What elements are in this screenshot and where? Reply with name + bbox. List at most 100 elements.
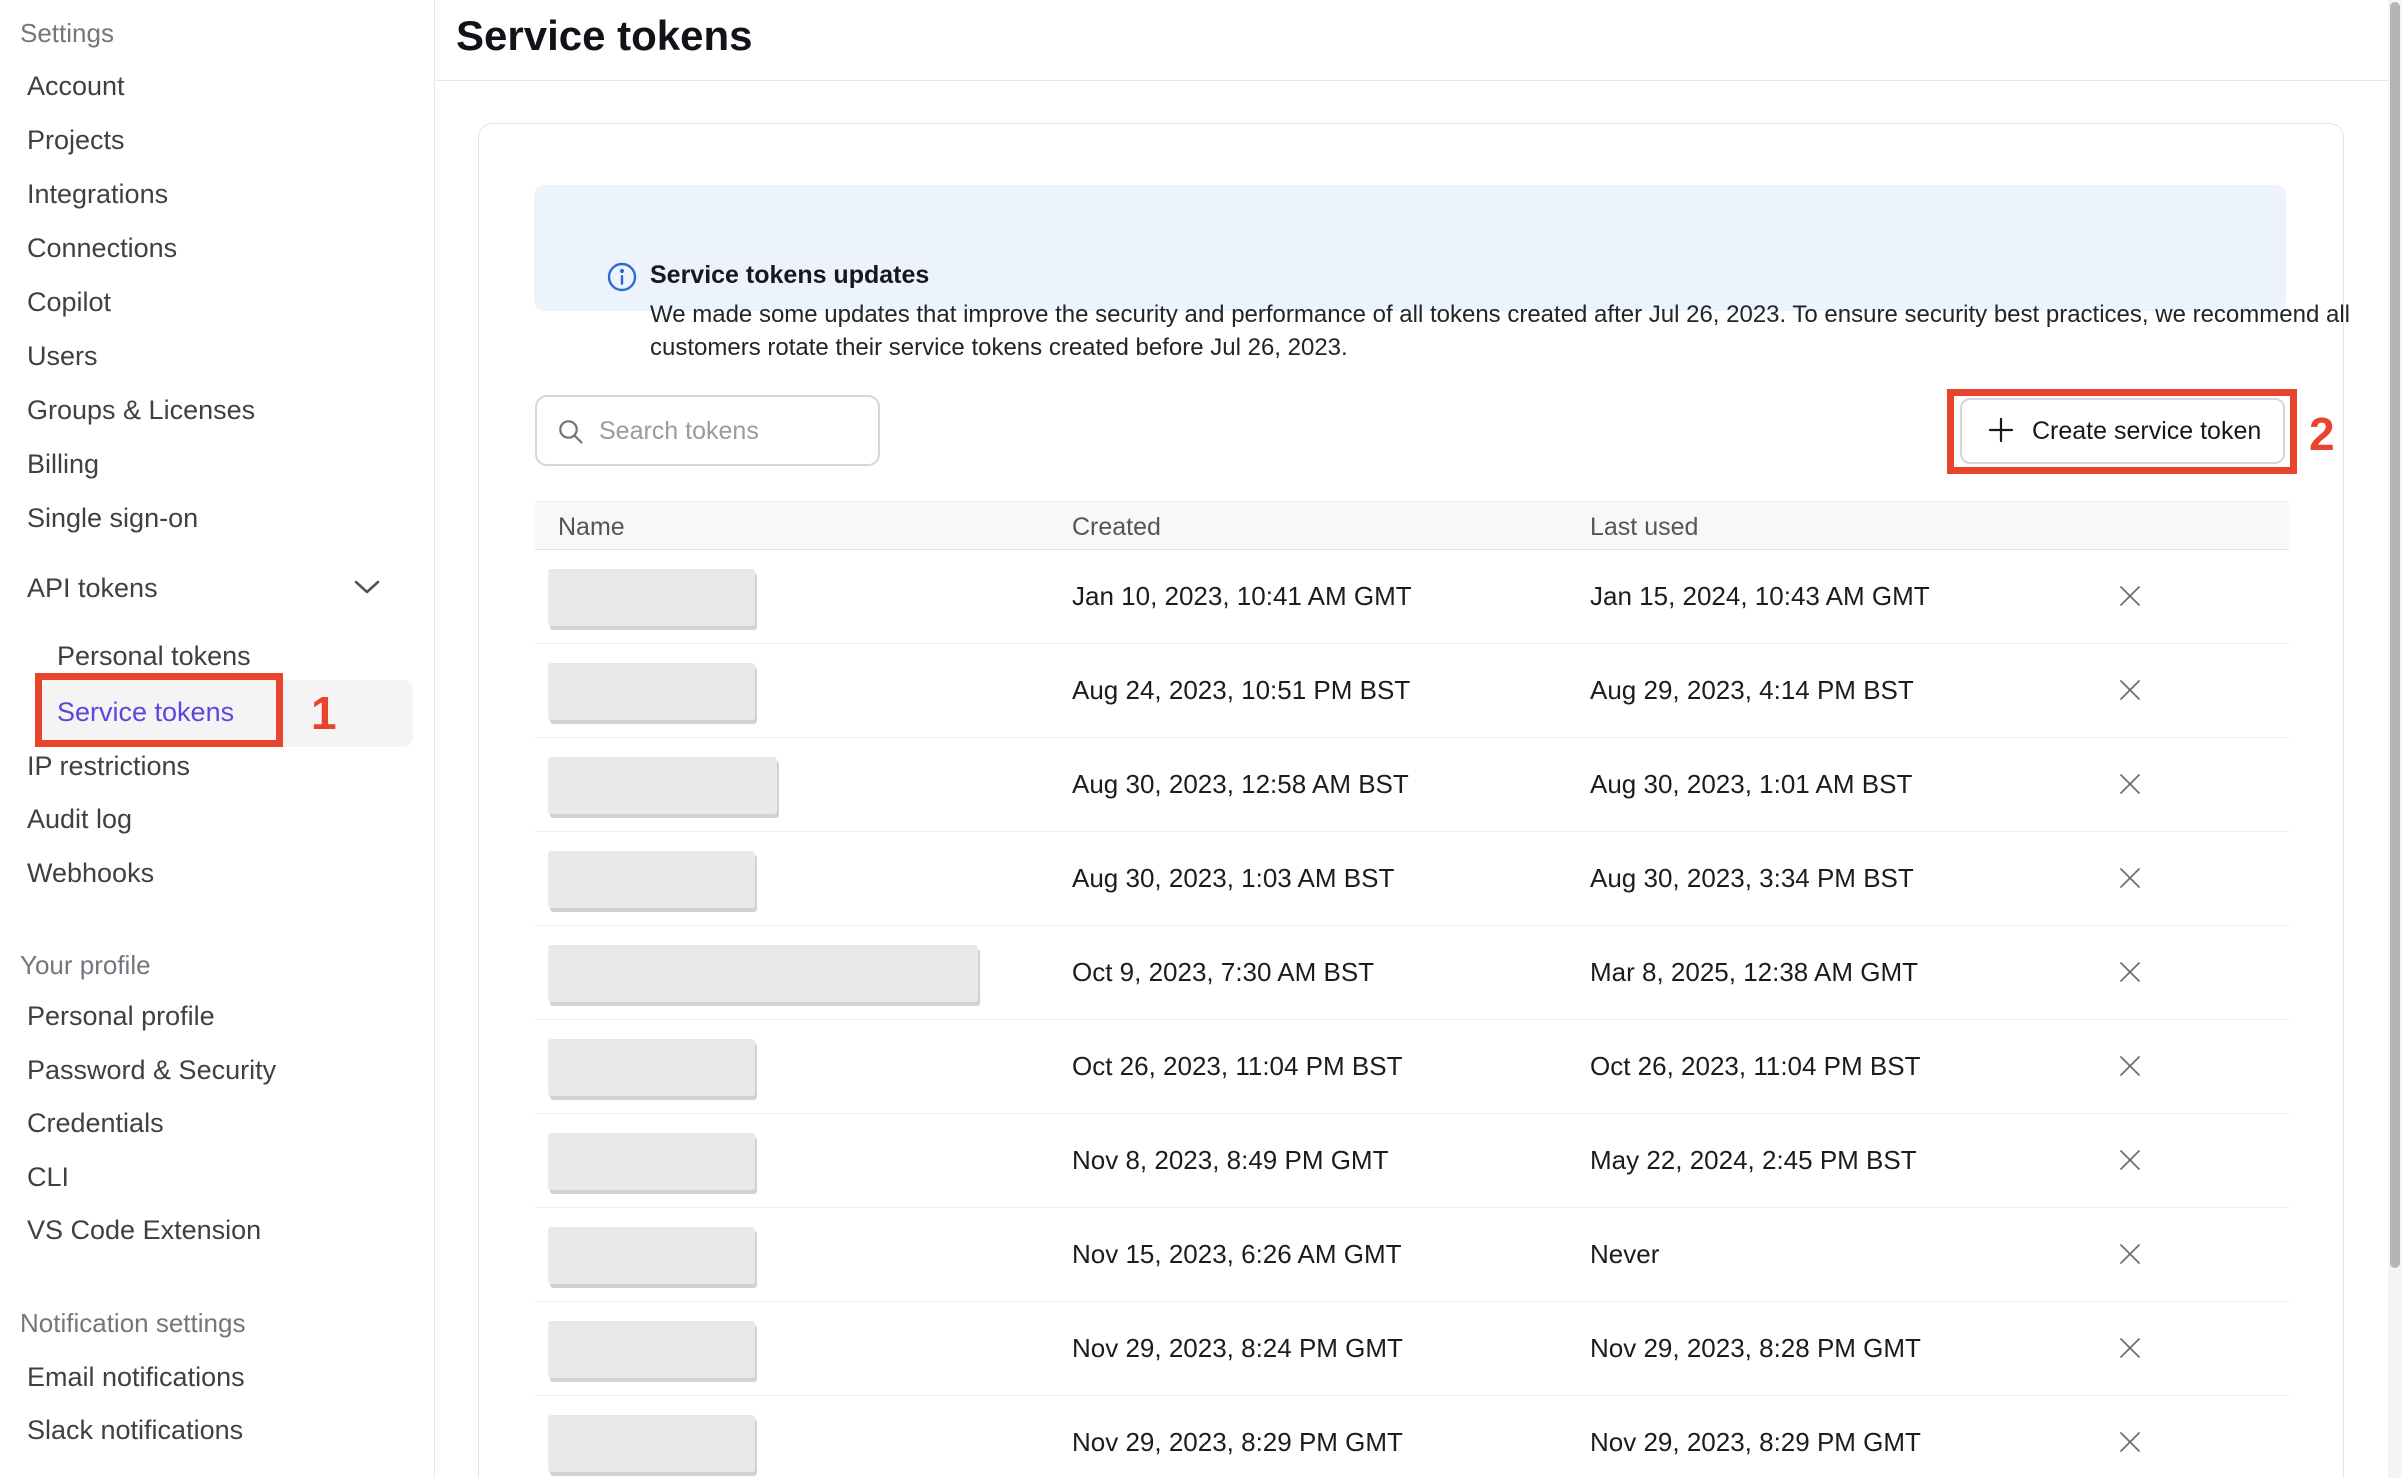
sidebar-item-webhooks[interactable]: Webhooks	[27, 860, 154, 887]
token-created-cell: Oct 26, 2023, 11:04 PM BST	[1072, 1053, 1402, 1079]
title-divider	[435, 80, 2388, 81]
redacted-token-name	[548, 1321, 755, 1378]
info-banner: Service tokens updates We made some upda…	[534, 185, 2286, 311]
annotation-label-2: 2	[2309, 411, 2335, 457]
delete-token-button[interactable]	[2110, 671, 2150, 711]
close-icon	[2116, 1146, 2144, 1174]
token-last-used-cell: Nov 29, 2023, 8:29 PM GMT	[1590, 1429, 1921, 1455]
sidebar-item-ip-restrictions[interactable]: IP restrictions	[27, 753, 190, 780]
sidebar-item-cli[interactable]: CLI	[27, 1164, 69, 1191]
delete-token-button[interactable]	[2110, 1141, 2150, 1181]
sidebar-item-users[interactable]: Users	[27, 343, 98, 370]
redacted-token-name	[548, 1415, 755, 1472]
close-icon	[2116, 1428, 2144, 1456]
table-row: Aug 24, 2023, 10:51 PM BST Aug 29, 2023,…	[535, 644, 2289, 738]
sidebar-item-api-tokens[interactable]: API tokens	[27, 575, 158, 602]
search-input[interactable]	[597, 397, 871, 466]
banner-text-line1: We made some updates that improve the se…	[650, 303, 2350, 327]
token-created-cell: Nov 29, 2023, 8:24 PM GMT	[1072, 1335, 1403, 1361]
search-icon	[557, 418, 585, 451]
token-last-used-cell: Aug 30, 2023, 1:01 AM BST	[1590, 771, 1912, 797]
close-icon	[2116, 676, 2144, 704]
sidebar-item-personal-profile[interactable]: Personal profile	[27, 1003, 215, 1030]
table-row: Nov 29, 2023, 8:29 PM GMT Nov 29, 2023, …	[535, 1396, 2289, 1478]
token-last-used-cell: Oct 26, 2023, 11:04 PM BST	[1590, 1053, 1920, 1079]
close-icon	[2116, 1334, 2144, 1362]
sidebar-item-copilot[interactable]: Copilot	[27, 289, 111, 316]
scrollbar-thumb[interactable]	[2390, 2, 2400, 1268]
token-created-cell: Oct 9, 2023, 7:30 AM BST	[1072, 959, 1374, 985]
page-title: Service tokens	[456, 12, 753, 60]
redacted-token-name	[548, 569, 755, 626]
token-last-used-cell: May 22, 2024, 2:45 PM BST	[1590, 1147, 1917, 1173]
scrollbar-track[interactable]	[2388, 0, 2402, 1478]
sidebar-item-personal-tokens[interactable]: Personal tokens	[57, 643, 251, 670]
table-body: Jan 10, 2023, 10:41 AM GMT Jan 15, 2024,…	[535, 550, 2289, 1478]
token-last-used-cell: Never	[1590, 1241, 1659, 1267]
sidebar-item-email-notifications[interactable]: Email notifications	[27, 1364, 245, 1391]
token-created-cell: Jan 10, 2023, 10:41 AM GMT	[1072, 583, 1412, 609]
search-box	[535, 395, 880, 466]
token-last-used-cell: Aug 30, 2023, 3:34 PM BST	[1590, 865, 1914, 891]
redacted-token-name	[548, 851, 755, 908]
token-created-cell: Aug 30, 2023, 1:03 AM BST	[1072, 865, 1394, 891]
close-icon	[2116, 1240, 2144, 1268]
plus-icon	[1986, 415, 2016, 448]
sidebar-item-password-security[interactable]: Password & Security	[27, 1057, 276, 1084]
sidebar-item-account[interactable]: Account	[27, 73, 125, 100]
delete-token-button[interactable]	[2110, 577, 2150, 617]
delete-token-button[interactable]	[2110, 1047, 2150, 1087]
close-icon	[2116, 958, 2144, 986]
sidebar-item-connections[interactable]: Connections	[27, 235, 177, 262]
redacted-token-name	[548, 1227, 755, 1284]
token-created-cell: Nov 15, 2023, 6:26 AM GMT	[1072, 1241, 1402, 1267]
token-last-used-cell: Mar 8, 2025, 12:38 AM GMT	[1590, 959, 1918, 985]
token-last-used-cell: Nov 29, 2023, 8:28 PM GMT	[1590, 1335, 1921, 1361]
create-service-token-label: Create service token	[2032, 417, 2261, 446]
chevron-down-icon[interactable]	[352, 577, 382, 602]
token-created-cell: Aug 24, 2023, 10:51 PM BST	[1072, 677, 1410, 703]
delete-token-button[interactable]	[2110, 1235, 2150, 1275]
sidebar-item-projects[interactable]: Projects	[27, 127, 125, 154]
redacted-token-name	[548, 1133, 755, 1190]
sidebar-item-vscode-extension[interactable]: VS Code Extension	[27, 1217, 261, 1244]
sidebar-item-slack-notifications[interactable]: Slack notifications	[27, 1417, 243, 1444]
table-header: Name Created Last used	[535, 501, 2289, 550]
column-header-last-used: Last used	[1590, 515, 1698, 540]
banner-title: Service tokens updates	[650, 263, 929, 288]
service-tokens-card: Service tokens updates We made some upda…	[478, 123, 2344, 1478]
delete-token-button[interactable]	[2110, 859, 2150, 899]
delete-token-button[interactable]	[2110, 765, 2150, 805]
redacted-token-name	[548, 663, 755, 720]
sidebar-item-audit-log[interactable]: Audit log	[27, 806, 132, 833]
token-created-cell: Aug 30, 2023, 12:58 AM BST	[1072, 771, 1409, 797]
info-circle-icon	[606, 261, 638, 298]
redacted-token-name	[548, 757, 777, 814]
table-row: Jan 10, 2023, 10:41 AM GMT Jan 15, 2024,…	[535, 550, 2289, 644]
delete-token-button[interactable]	[2110, 1423, 2150, 1463]
sidebar-item-groups-licenses[interactable]: Groups & Licenses	[27, 397, 255, 424]
settings-sidebar: Settings Account Projects Integrations C…	[0, 0, 435, 1478]
sidebar-section-notification-settings: Notification settings	[20, 1310, 245, 1336]
column-header-name: Name	[558, 515, 625, 540]
sidebar-item-integrations[interactable]: Integrations	[27, 181, 168, 208]
delete-token-button[interactable]	[2110, 953, 2150, 993]
sidebar-item-service-tokens-selected[interactable]: Service tokens	[41, 680, 413, 747]
token-last-used-cell: Jan 15, 2024, 10:43 AM GMT	[1590, 583, 1930, 609]
table-row: Aug 30, 2023, 1:03 AM BST Aug 30, 2023, …	[535, 832, 2289, 926]
table-row: Nov 8, 2023, 8:49 PM GMT May 22, 2024, 2…	[535, 1114, 2289, 1208]
sidebar-section-your-profile: Your profile	[20, 952, 151, 978]
sidebar-item-service-tokens-label: Service tokens	[57, 699, 234, 726]
sidebar-item-billing[interactable]: Billing	[27, 451, 99, 478]
token-created-cell: Nov 29, 2023, 8:29 PM GMT	[1072, 1429, 1403, 1455]
table-row: Nov 29, 2023, 8:24 PM GMT Nov 29, 2023, …	[535, 1302, 2289, 1396]
sidebar-item-single-sign-on[interactable]: Single sign-on	[27, 505, 198, 532]
table-row: Oct 26, 2023, 11:04 PM BST Oct 26, 2023,…	[535, 1020, 2289, 1114]
sidebar-section-settings: Settings	[20, 20, 114, 46]
close-icon	[2116, 1052, 2144, 1080]
delete-token-button[interactable]	[2110, 1329, 2150, 1369]
table-row: Aug 30, 2023, 12:58 AM BST Aug 30, 2023,…	[535, 738, 2289, 832]
create-service-token-button[interactable]: Create service token	[1960, 398, 2285, 464]
sidebar-item-credentials[interactable]: Credentials	[27, 1110, 164, 1137]
service-tokens-page: Settings Account Projects Integrations C…	[0, 0, 2402, 1478]
